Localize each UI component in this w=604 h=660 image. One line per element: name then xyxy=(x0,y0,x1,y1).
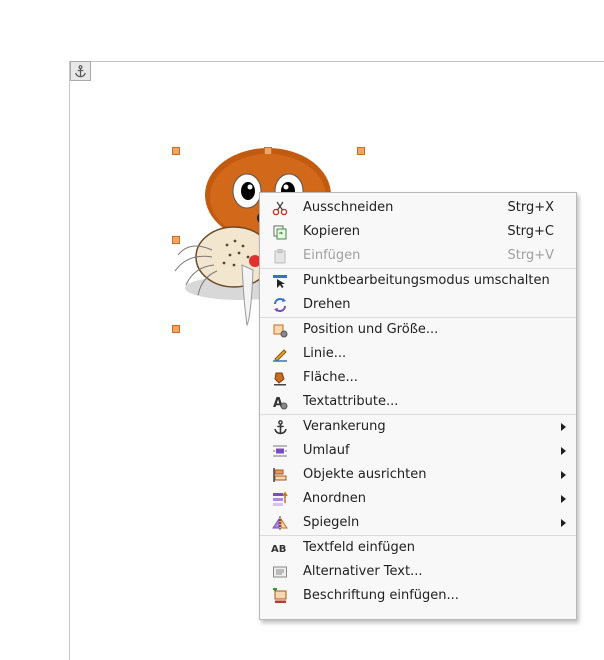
menu-item-position-size[interactable]: Position und Größe... xyxy=(260,318,576,342)
menu-item-line[interactable]: Linie... xyxy=(260,342,576,366)
selection-handle-top-left[interactable] xyxy=(172,147,180,155)
menu-item-alt-text[interactable]: Alternativer Text... xyxy=(260,560,576,584)
textbox-icon: AB xyxy=(271,540,289,556)
menu-label: Spiegeln xyxy=(303,515,360,530)
menu-item-anchor[interactable]: Verankerung xyxy=(260,415,576,439)
menu-label: Alternativer Text... xyxy=(303,564,423,579)
menu-item-rotate[interactable]: Drehen xyxy=(260,293,576,317)
menu-item-text-attributes[interactable]: A Textattribute... xyxy=(260,390,576,414)
menu-item-area[interactable]: Fläche... xyxy=(260,366,576,390)
anchor-icon[interactable] xyxy=(70,61,91,81)
paste-icon xyxy=(271,248,289,264)
rotate-icon xyxy=(271,297,289,313)
menu-label: Einfügen xyxy=(303,248,361,263)
line-pen-icon xyxy=(271,346,289,362)
menu-item-arrange[interactable]: Anordnen xyxy=(260,487,576,511)
align-icon xyxy=(271,467,289,483)
menu-label: Objekte ausrichten xyxy=(303,467,427,482)
scissors-icon xyxy=(271,200,289,216)
menu-label: Linie... xyxy=(303,346,347,361)
submenu-arrow-icon xyxy=(561,471,566,479)
flip-icon xyxy=(271,515,289,531)
submenu-arrow-icon xyxy=(561,423,566,431)
menu-item-wrap[interactable]: Umlauf xyxy=(260,439,576,463)
menu-label: Textfeld einfügen xyxy=(303,540,416,555)
menu-shortcut: Strg+X xyxy=(507,200,554,215)
text-attributes-icon: A xyxy=(271,394,289,410)
menu-item-toggle-point-edit[interactable]: Punktbearbeitungsmodus umschalten xyxy=(260,269,576,293)
menu-label: Beschriftung einfügen... xyxy=(303,588,459,603)
wrap-icon xyxy=(271,443,289,459)
menu-label: Kopieren xyxy=(303,224,360,239)
menu-shortcut: Strg+V xyxy=(507,248,554,263)
page-top-border xyxy=(69,61,604,62)
menu-item-flip[interactable]: Spiegeln xyxy=(260,511,576,535)
menu-item-insert-caption[interactable]: Beschriftung einfügen... xyxy=(260,584,576,608)
menu-label: Drehen xyxy=(303,297,351,312)
page-left-border xyxy=(69,61,70,660)
menu-label: Anordnen xyxy=(303,491,366,506)
selection-handle-middle-left[interactable] xyxy=(172,236,180,244)
area-fill-icon xyxy=(271,370,289,386)
menu-label: Ausschneiden xyxy=(303,200,394,215)
selection-handle-bottom-left[interactable] xyxy=(172,325,180,333)
menu-label: Position und Größe... xyxy=(303,322,439,337)
menu-label: Verankerung xyxy=(303,419,386,434)
menu-label: Umlauf xyxy=(303,443,350,458)
menu-item-align-objects[interactable]: Objekte ausrichten xyxy=(260,463,576,487)
selection-handle-top-right[interactable] xyxy=(357,147,365,155)
menu-item-paste[interactable]: Einfügen Strg+V xyxy=(260,244,576,268)
menu-label: Fläche... xyxy=(303,370,358,385)
arrange-icon xyxy=(271,491,289,507)
anchor-icon xyxy=(271,419,289,435)
menu-label: Punktbearbeitungsmodus umschalten xyxy=(303,273,550,288)
point-edit-icon xyxy=(271,273,289,289)
svg-text:AB: AB xyxy=(271,544,286,555)
context-menu: Ausschneiden Strg+X Kopieren Strg+C Einf… xyxy=(259,192,577,620)
menu-item-copy[interactable]: Kopieren Strg+C xyxy=(260,220,576,244)
submenu-arrow-icon xyxy=(561,519,566,527)
menu-item-cut[interactable]: Ausschneiden Strg+X xyxy=(260,196,576,220)
menu-label: Textattribute... xyxy=(303,394,399,409)
menu-item-insert-textbox[interactable]: AB Textfeld einfügen xyxy=(260,536,576,560)
position-size-icon xyxy=(271,322,289,338)
alt-text-icon xyxy=(271,564,289,580)
menu-shortcut: Strg+C xyxy=(507,224,554,239)
selection-handle-top-center[interactable] xyxy=(264,147,272,155)
copy-icon xyxy=(271,224,289,240)
submenu-arrow-icon xyxy=(561,495,566,503)
caption-icon xyxy=(271,588,289,604)
submenu-arrow-icon xyxy=(561,447,566,455)
